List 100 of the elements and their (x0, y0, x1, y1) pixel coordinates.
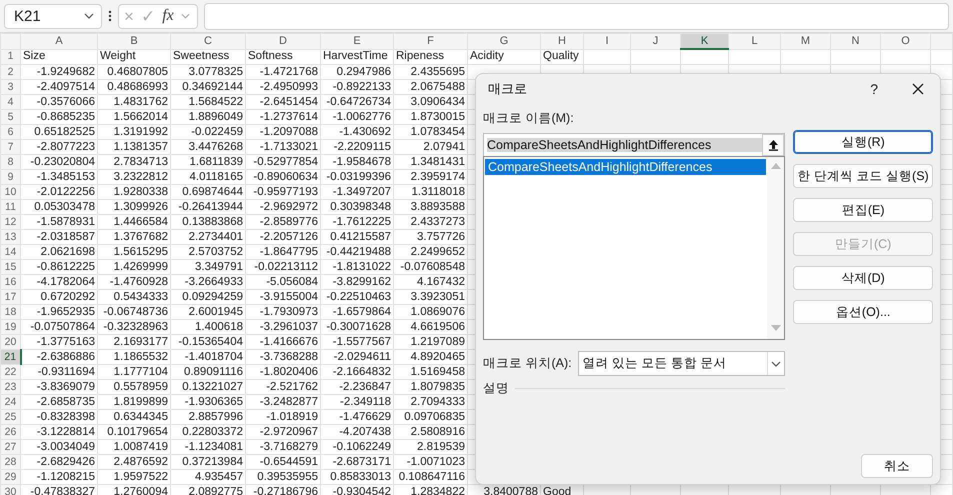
row-header[interactable]: 11 (0, 200, 20, 214)
table-cell: 0.05303478 (34, 200, 95, 212)
row-header[interactable]: 2 (0, 64, 20, 80)
table-cell: 1.4269999 (114, 260, 168, 272)
formula-field[interactable] (204, 2, 949, 30)
table-cell: 0.65182525 (34, 126, 95, 138)
table-cell: -2.9692972 (260, 200, 318, 212)
row-header[interactable]: 3 (0, 80, 20, 94)
table-cell: 1.3191992 (114, 126, 168, 138)
row-header[interactable]: 18 (0, 304, 20, 320)
row-header[interactable]: 21 (0, 350, 20, 364)
table-cell: 2.2499652 (410, 246, 465, 258)
table-cell: 1.0087419 (114, 440, 168, 452)
row-header[interactable]: 19 (0, 320, 20, 334)
row-header[interactable]: 5 (0, 110, 20, 124)
table-cell: -1.4760928 (110, 276, 168, 288)
column-header[interactable]: J (630, 34, 680, 49)
dialog-button[interactable]: 옵션(O)... (793, 300, 933, 324)
column-header[interactable]: O (880, 34, 930, 49)
more-icon[interactable] (108, 10, 112, 22)
column-header[interactable]: E (320, 34, 394, 49)
row-header[interactable]: 9 (0, 170, 20, 184)
insert-function-button[interactable]: fx (162, 8, 174, 24)
column-header[interactable]: B (98, 34, 170, 49)
row-header[interactable]: 14 (0, 244, 20, 260)
row-header[interactable]: 27 (0, 440, 20, 454)
table-cell: -2.349118 (340, 396, 391, 408)
row-header[interactable]: 30 (0, 484, 20, 495)
row-header[interactable]: 8 (0, 154, 20, 170)
column-header[interactable]: N (830, 34, 880, 49)
table-cell: -1.0062776 (332, 110, 391, 122)
close-icon[interactable] (912, 83, 924, 95)
table-cell: -0.1062249 (332, 440, 391, 452)
table-cell: Size (23, 50, 46, 62)
row-header[interactable]: 22 (0, 364, 20, 380)
macro-list-item[interactable]: CompareSheetsAndHighlightDifferences (485, 159, 766, 175)
table-cell: -3.9155004 (260, 290, 318, 302)
column-header[interactable]: M (780, 34, 830, 49)
table-cell: 1.5615295 (114, 246, 168, 258)
row-header[interactable]: 16 (0, 274, 20, 290)
row-header[interactable]: 29 (0, 470, 20, 484)
column-header[interactable]: K (680, 34, 728, 49)
row-header[interactable]: 26 (0, 424, 20, 440)
table-cell: 0.22803372 (182, 426, 243, 438)
dialog-button[interactable]: 삭제(D) (793, 266, 933, 290)
row-header[interactable]: 1 (0, 49, 20, 64)
table-cell: 1.1381357 (114, 140, 168, 152)
dialog-button[interactable]: 한 단계씩 코드 실행(S) (793, 164, 933, 188)
help-button[interactable]: ? (870, 81, 878, 97)
table-cell: -0.07507864 (30, 320, 95, 332)
table-cell: 1.8730015 (410, 110, 465, 122)
table-cell: 2.2734401 (188, 230, 243, 242)
row-header[interactable]: 23 (0, 380, 20, 394)
column-header[interactable]: F (394, 34, 468, 49)
table-cell: 2.6001945 (188, 306, 243, 318)
cancel-button[interactable]: 취소 (861, 454, 933, 478)
column-header[interactable]: L (728, 34, 780, 49)
table-cell: 0.13883868 (182, 216, 243, 228)
table-cell: 0.34692144 (182, 80, 243, 92)
row-header[interactable]: 4 (0, 94, 20, 110)
dialog-button[interactable]: 편집(E) (793, 198, 933, 222)
table-cell: -1.8131022 (332, 260, 391, 272)
column-header[interactable]: I (584, 34, 630, 49)
table-cell: 3.0778325 (188, 66, 243, 78)
table-cell: -1.8647795 (260, 246, 318, 258)
table-cell: -0.22510463 (326, 290, 391, 302)
row-header[interactable]: 20 (0, 334, 20, 350)
row-header[interactable]: 12 (0, 214, 20, 230)
table-cell: -2.0122256 (36, 186, 95, 198)
row-header[interactable]: 15 (0, 260, 20, 274)
column-header[interactable]: D (246, 34, 320, 49)
dialog-button[interactable]: 실행(R) (793, 130, 933, 154)
table-cell: 2.07941 (423, 140, 465, 152)
macro-name-field[interactable]: CompareSheetsAndHighlightDifferences (483, 133, 786, 156)
row-header[interactable]: 17 (0, 290, 20, 304)
table-cell: -1.2737614 (260, 110, 318, 122)
table-cell: Softness (248, 50, 293, 62)
name-box[interactable]: K21 (4, 4, 102, 28)
table-cell: 3.2322812 (114, 170, 168, 182)
macro-location-dropdown[interactable]: 열려 있는 모든 통합 문서 (578, 351, 786, 376)
collapse-button[interactable] (762, 134, 784, 156)
row-header[interactable]: 28 (0, 454, 20, 470)
row-header[interactable]: 13 (0, 230, 20, 244)
table-cell: 1.3118018 (411, 186, 465, 198)
row-header[interactable]: 10 (0, 184, 20, 200)
row-header[interactable]: 7 (0, 140, 20, 154)
table-cell: 4.0118165 (189, 170, 243, 182)
table-cell: -0.89060634 (253, 170, 318, 182)
column-header[interactable]: C (170, 34, 246, 49)
table-cell: 2.4337273 (410, 216, 465, 228)
column-header[interactable]: G (468, 34, 540, 49)
column-header[interactable]: H (540, 34, 584, 49)
chevron-down-icon (180, 13, 190, 19)
row-header[interactable]: 6 (0, 124, 20, 140)
row-header[interactable]: 25 (0, 410, 20, 424)
column-header[interactable]: A (20, 34, 98, 49)
table-cell: 0.39535955 (257, 470, 318, 482)
table-cell: 0.10179654 (107, 426, 168, 438)
table-cell: -2.521762 (266, 380, 318, 392)
row-header[interactable]: 24 (0, 394, 20, 410)
